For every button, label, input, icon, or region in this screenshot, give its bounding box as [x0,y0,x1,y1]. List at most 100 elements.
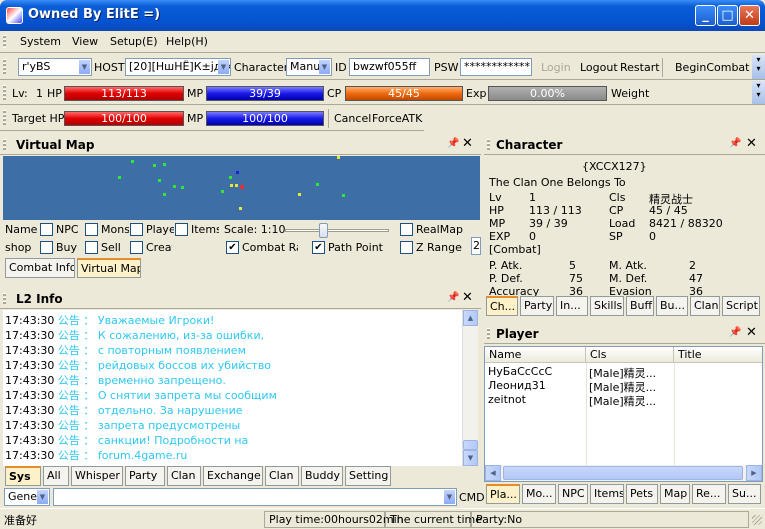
tab-buddy[interactable]: Buddy [301,466,343,486]
z-range-input[interactable]: 2 [471,237,481,255]
tab-clan-info[interactable]: Clan [690,296,720,316]
table-cell[interactable] [674,379,762,393]
tab-party-info[interactable]: Party [520,296,554,316]
server-select[interactable]: r'yBS ▼ [18,58,92,76]
close-button[interactable]: ✕ [739,5,760,26]
stats-grip[interactable] [3,85,6,100]
menu-help[interactable]: Help(H) [166,35,208,48]
scroll-left-icon[interactable]: ◀ [485,465,501,481]
panel-grip[interactable] [3,293,6,304]
filter-player-checkbox[interactable] [175,223,188,236]
tab-pets[interactable]: Pets [626,484,658,504]
begin-combat-button[interactable]: BeginCombat [675,61,750,74]
close-icon[interactable]: ✕ [746,136,757,151]
resize-grip-icon[interactable] [752,515,762,525]
table-cell[interactable]: [Male]精灵... [586,365,674,379]
toolbar-overflow-icon[interactable]: ▾ ▾ [752,55,765,79]
tab-re[interactable]: Re... [692,484,726,504]
tab-clan-2[interactable]: Clan [265,466,299,486]
path-point-checkbox[interactable]: ✔ [312,241,325,254]
host-select[interactable]: [20][НшНЁ]К±јд°ж ▼ [125,58,231,76]
z-range-checkbox[interactable] [400,241,413,254]
panel-grip[interactable] [3,139,6,150]
app-icon[interactable] [6,7,23,24]
chevron-down-icon[interactable]: ▼ [37,490,48,504]
pin-icon[interactable]: 📌 [729,327,741,338]
table-cell[interactable] [674,393,762,407]
table-row[interactable]: НуБаСсСсС [485,365,586,379]
login-button[interactable]: Login [541,61,571,74]
menu-view[interactable]: View [72,35,98,48]
chevron-down-icon[interactable]: ▼ [79,60,90,74]
tab-all[interactable]: All [43,466,69,486]
minimize-button[interactable]: _ [695,5,716,26]
close-icon[interactable]: ✕ [746,325,757,340]
tab-items[interactable]: Items [590,484,624,504]
filter-monster-checkbox[interactable] [130,223,143,236]
tab-clan[interactable]: Clan [167,466,201,486]
tab-skills[interactable]: Skills [590,296,624,316]
close-icon[interactable]: ✕ [462,290,473,305]
panel-grip[interactable] [487,328,490,339]
tab-sys[interactable]: Sys [5,466,41,486]
menu-setup[interactable]: Setup(E) [110,35,158,48]
login-grip[interactable] [3,59,6,75]
chevron-down-icon[interactable]: ▼ [444,490,455,504]
tab-exchange[interactable]: Exchange [203,466,263,486]
character-select[interactable]: Manua ▼ [286,58,332,76]
scroll-up-icon[interactable]: ▲ [463,310,478,326]
chevron-down-icon[interactable]: ▼ [319,60,330,74]
table-row[interactable]: Леонид31 [485,379,586,393]
logout-button[interactable]: Logout [580,61,618,74]
tab-su[interactable]: Su... [728,484,761,504]
chevron-down-icon[interactable]: ▼ [218,60,229,74]
filter-npc-checkbox[interactable] [85,223,98,236]
id-input[interactable]: bwzwf055ff [349,58,430,76]
toolbar-overflow-icon[interactable]: ▾ ▾ [752,81,765,104]
filter-create-checkbox[interactable] [130,241,143,254]
tab-party[interactable]: Party [125,466,165,486]
cmd-label[interactable]: CMD [459,491,485,504]
player-scroll-thumb[interactable] [503,466,743,480]
pin-icon[interactable]: 📌 [447,138,459,149]
pin-icon[interactable]: 📌 [447,292,459,303]
tab-script[interactable]: Script [722,296,760,316]
tab-npc[interactable]: NPC [558,484,588,504]
tab-setting[interactable]: Setting [345,466,391,486]
tab-monsters[interactable]: Mo... [522,484,556,504]
tab-map[interactable]: Map [660,484,690,504]
player-hscrollbar[interactable]: ◀ ▶ [485,465,762,481]
col-name-header[interactable]: Name [485,347,586,363]
log-scrollbar[interactable]: ▲ ▼ [462,310,478,466]
chat-channel-select[interactable]: Gene ▼ [4,488,50,506]
table-cell[interactable]: [Male]精灵... [586,379,674,393]
table-cell[interactable]: [Male]精灵... [586,393,674,407]
table-cell[interactable] [674,365,762,379]
table-row[interactable]: zeitnot [485,393,586,407]
tab-bu[interactable]: Bu... [656,296,688,316]
restart-button[interactable]: Restart [620,61,660,74]
force-attack-button[interactable]: ForceATK [372,112,422,125]
tab-buff[interactable]: Buff [626,296,654,316]
password-input[interactable]: ************ [460,58,532,76]
tab-character[interactable]: Ch... [486,296,518,316]
filter-sell-checkbox[interactable] [85,241,98,254]
tab-combat-info[interactable]: Combat Info [5,258,75,278]
tab-players[interactable]: Pla... [486,484,520,504]
target-grip[interactable] [3,110,6,126]
chat-input[interactable]: ▼ [53,488,457,506]
combat-range-checkbox[interactable]: ✔ [226,241,239,254]
col-title-header[interactable]: Title [674,347,762,363]
map-scale-slider-thumb[interactable] [319,223,328,238]
scroll-right-icon[interactable]: ▶ [746,465,762,481]
virtual-map-canvas[interactable] [3,156,480,220]
scroll-down-icon[interactable]: ▼ [463,450,478,466]
pin-icon[interactable]: 📌 [729,138,741,149]
player-list[interactable]: Name Cls Title НуБаСсСсС [Male]精灵... Лео… [484,346,763,482]
filter-name-checkbox[interactable] [40,223,53,236]
tab-virtual-map[interactable]: Virtual Map [77,258,141,278]
cancel-target-button[interactable]: Cancel [334,112,371,125]
col-cls-header[interactable]: Cls [586,347,674,363]
panel-grip[interactable] [487,139,490,150]
tab-inventory[interactable]: In... [556,296,588,316]
